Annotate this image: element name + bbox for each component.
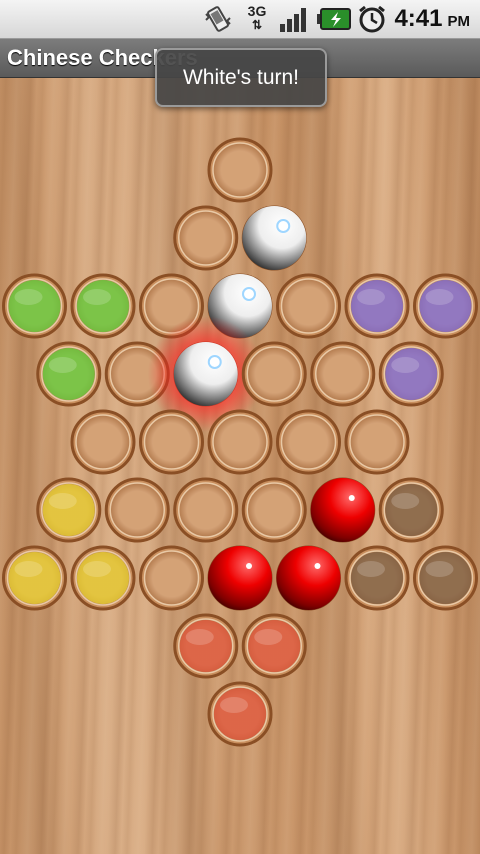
board-hole[interactable] xyxy=(344,409,410,475)
target-marker xyxy=(214,688,266,740)
board-hole[interactable] xyxy=(276,545,341,611)
red-piece[interactable] xyxy=(276,546,341,610)
target-marker xyxy=(385,484,438,536)
white-piece[interactable] xyxy=(173,342,238,406)
target-marker xyxy=(42,348,95,400)
board-hole[interactable] xyxy=(378,477,444,543)
network-3g-icon: 3G ⇅ xyxy=(247,3,267,32)
board-hole[interactable] xyxy=(276,273,341,339)
target-marker xyxy=(179,620,232,672)
board-hole[interactable] xyxy=(2,273,67,339)
vibrate-icon xyxy=(205,6,231,32)
board-hole[interactable] xyxy=(70,409,136,475)
target-marker xyxy=(385,348,438,400)
board-hole[interactable] xyxy=(104,477,170,543)
board-hole[interactable] xyxy=(378,341,444,407)
board-hole[interactable] xyxy=(139,545,204,611)
board-hole[interactable] xyxy=(2,545,67,611)
red-piece[interactable] xyxy=(310,478,375,542)
board-hole[interactable] xyxy=(310,341,376,407)
board-hole[interactable] xyxy=(344,273,410,339)
turn-toast: White's turn! xyxy=(155,48,327,107)
board-hole[interactable] xyxy=(276,409,341,475)
red-piece[interactable] xyxy=(208,546,272,610)
target-marker xyxy=(8,552,61,604)
board-hole[interactable] xyxy=(241,613,307,679)
board-hole[interactable] xyxy=(413,273,478,339)
game-board[interactable] xyxy=(0,78,480,854)
network-label: 3G xyxy=(247,3,267,19)
battery-charging-icon xyxy=(317,8,351,30)
board-hole[interactable] xyxy=(36,477,102,543)
board-hole[interactable] xyxy=(344,545,410,611)
status-bar: 3G ⇅ 4:41 PM xyxy=(0,0,480,39)
board-hole[interactable] xyxy=(310,477,376,543)
toast-message: White's turn! xyxy=(182,65,300,89)
target-marker xyxy=(419,280,472,332)
board-hole[interactable] xyxy=(241,341,307,407)
signal-icon xyxy=(280,8,306,32)
board-holes[interactable] xyxy=(0,78,480,854)
board-hole[interactable] xyxy=(173,477,239,543)
target-marker xyxy=(42,484,95,536)
board-hole[interactable] xyxy=(207,137,273,203)
clock-ampm: PM xyxy=(447,13,471,30)
clock-time: 4:41 xyxy=(394,5,443,32)
board-hole[interactable] xyxy=(70,273,136,339)
board-hole[interactable] xyxy=(139,409,204,475)
board-hole[interactable] xyxy=(70,545,136,611)
target-marker xyxy=(77,552,129,604)
target-marker xyxy=(77,280,129,332)
board-hole[interactable] xyxy=(241,205,307,271)
board-hole[interactable] xyxy=(207,681,273,747)
board-hole[interactable] xyxy=(207,409,273,475)
board-hole[interactable] xyxy=(241,477,307,543)
board-hole[interactable] xyxy=(413,545,478,611)
target-marker xyxy=(351,280,403,332)
target-marker xyxy=(248,620,301,672)
board-hole[interactable] xyxy=(36,341,102,407)
board-hole[interactable] xyxy=(207,545,273,611)
target-marker xyxy=(351,552,403,604)
target-marker xyxy=(419,552,472,604)
alarm-icon xyxy=(359,5,385,33)
clock: 4:41 PM xyxy=(394,4,470,34)
white-piece[interactable] xyxy=(242,206,307,270)
target-marker xyxy=(8,280,61,332)
board-hole[interactable] xyxy=(173,205,239,271)
board-hole[interactable] xyxy=(173,613,239,679)
